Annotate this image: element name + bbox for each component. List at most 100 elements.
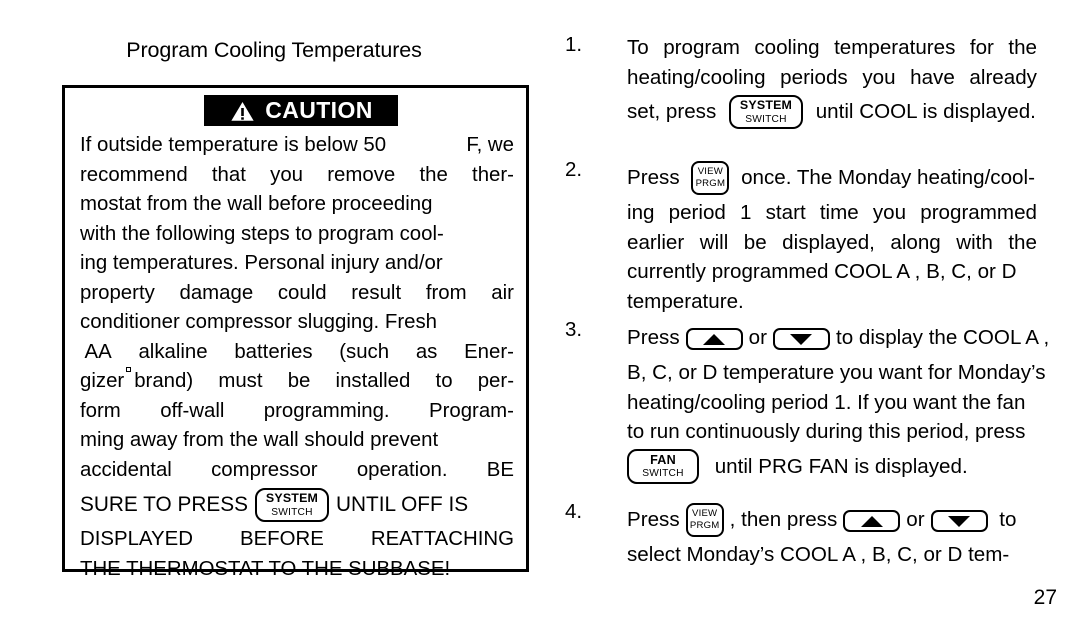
text-segment: result: [351, 281, 402, 304]
text-segment: start: [765, 201, 806, 224]
text-segment: must: [218, 370, 263, 392]
text-segment: air: [491, 281, 514, 304]
text-segment: already: [969, 65, 1037, 89]
text-line: currently programmed COOL A , B, C, or D: [627, 260, 1017, 283]
text-segment: period: [668, 201, 726, 224]
line-before-text: Press: [627, 326, 680, 349]
text-line: THE THERMOSTAT TO THE SUBBASE!: [80, 557, 451, 580]
line-after-text: until COOL is displayed.: [810, 100, 1036, 123]
line-mid2-text: or: [906, 508, 925, 531]
text-line-with-arrows: Press or to display the COOL A ,: [627, 318, 1049, 358]
line-before-text: Press: [627, 166, 686, 189]
gizer-rest: brand) must be installed to per-: [134, 367, 514, 397]
line-after-text: to display the COOL A ,: [835, 326, 1050, 349]
caution-press-line: SURE TO PRESS SYSTEM SWITCH UNTIL OFF IS: [80, 485, 514, 525]
text-line: ing period 1 start time you programmed: [627, 198, 1037, 228]
text-line: property damage could result from air: [80, 279, 514, 309]
caution-gizer-line: gizer brand) must be installed to per-: [80, 367, 514, 397]
up-arrow-button[interactable]: [843, 510, 901, 532]
text-segment: earlier: [627, 230, 685, 254]
view-prgm-button[interactable]: VIEW PRGM: [685, 503, 724, 537]
text-segment: with: [956, 230, 993, 254]
fan-switch-button[interactable]: FAN SWITCH: [627, 449, 699, 484]
page-number: 27: [1033, 586, 1057, 609]
text-segment: be: [287, 370, 311, 392]
text-segment: compressor: [211, 458, 318, 481]
system-switch-button[interactable]: SYSTEM SWITCH: [254, 488, 329, 522]
text-line-with-button-and-arrows: Press VIEW PRGM, then press or to: [627, 500, 1037, 540]
text-line: to run continuously during this period, …: [627, 420, 1026, 443]
caution-body: If outside temperature is below 50 F, we r…: [80, 131, 514, 584]
triangle-down-icon: [790, 333, 813, 345]
text-segment: form: [80, 399, 121, 422]
text-segment: along: [890, 230, 941, 254]
text-segment: Ener-: [464, 340, 514, 363]
text-segment: property: [80, 281, 155, 304]
triangle-up-icon: [703, 333, 726, 345]
line-before-text: Press: [627, 508, 680, 531]
line-after-text: once. The Monday heating/cool-: [735, 166, 1035, 189]
text-segment: operation.: [356, 458, 448, 481]
text-segment: alkaline: [138, 340, 208, 363]
step-body: Press VIEW PRGM once. The Monday heating/…: [627, 158, 1037, 316]
text-line: temperature.: [627, 289, 744, 313]
text-line-with-button: set, press SYSTEM SWITCH until COOL is di…: [627, 92, 1037, 132]
text-segment: BEFORE: [239, 528, 324, 550]
text-segment: from: [425, 281, 467, 304]
up-arrow-button[interactable]: [685, 328, 743, 350]
fan-switch-button-bottom-label: SWITCH: [642, 468, 684, 480]
triangle-up-icon: [860, 515, 883, 527]
text-segment: recommend: [80, 163, 188, 186]
text-segment: accidental: [80, 458, 172, 481]
down-arrow-button[interactable]: [930, 510, 988, 532]
text-segment: F, we: [466, 134, 514, 156]
text-segment: AA: [80, 340, 112, 363]
registered-mark-icon: [126, 367, 132, 372]
text-segment: you: [872, 201, 907, 224]
text-segment: Program-: [428, 399, 514, 422]
system-switch-bottom-label: SWITCH: [271, 506, 313, 518]
text-segment: have: [910, 65, 955, 89]
text-line: B, C, or D temperature you want for Mond…: [627, 361, 1046, 384]
warning-triangle-icon: [229, 98, 257, 122]
view-prgm-button[interactable]: VIEW PRGM: [691, 161, 730, 195]
text-segment: per-: [477, 370, 514, 392]
text-line: accidental compressor operation. BE: [80, 456, 514, 486]
text-line: AA alkaline batteries (such as Ener-: [80, 338, 514, 368]
line-after-text: until PRG FAN is displayed.: [709, 454, 968, 478]
system-switch-button[interactable]: SYSTEM SWITCH: [729, 95, 803, 129]
caution-banner: CAUTION: [204, 95, 398, 126]
step-number: 3.: [565, 318, 583, 341]
step-body: Press VIEW PRGM, then press or to select Mon…: [627, 500, 1037, 570]
text-segment: BE: [486, 458, 514, 481]
text-segment: 1: [740, 201, 752, 224]
text-segment: damage: [179, 281, 254, 304]
text-segment: you: [270, 163, 304, 186]
text-segment: could: [277, 281, 327, 304]
system-switch-button-bottom-label: SWITCH: [745, 113, 787, 125]
line-mid-text: , then press: [729, 508, 838, 531]
view-prgm-button-top-label: VIEW: [691, 508, 718, 520]
text-line-with-button: Press VIEW PRGM once. The Monday heating/…: [627, 158, 1037, 198]
text-line: heating/cooling periods you have already: [627, 63, 1037, 93]
text-segment: the: [1008, 36, 1037, 59]
text-segment: programmed: [920, 201, 1037, 224]
caution-paragraph-3: DISPLAYED BEFORE REATTACHING THE THERMOSTAT…: [80, 525, 514, 584]
text-segment: displayed,: [782, 230, 875, 254]
text-line: ing temperatures. Personal injury and/or: [80, 252, 443, 274]
text-segment: will: [699, 230, 729, 254]
press-line-after: UNTIL OFF IS: [335, 493, 469, 516]
page-title: Program Cooling Temperatures: [126, 38, 422, 62]
text-line-with-button: FAN SWITCH until PRG FAN is displayed.: [627, 447, 1037, 487]
text-segment: heating/cooling: [627, 65, 766, 89]
text-line: heating/cooling period 1. If you want th…: [627, 390, 1026, 414]
step-number: 2.: [565, 158, 583, 181]
text-line: earlier will be displayed, along with the: [627, 228, 1037, 258]
gizer-prefix: gizer: [80, 370, 125, 392]
text-segment: be: [743, 230, 767, 254]
text-segment: the: [419, 163, 448, 186]
text-segment: DISPLAYED: [80, 528, 193, 550]
down-arrow-button[interactable]: [772, 328, 830, 350]
text-segment: programming.: [263, 399, 390, 422]
text-segment: batteries: [234, 340, 313, 363]
